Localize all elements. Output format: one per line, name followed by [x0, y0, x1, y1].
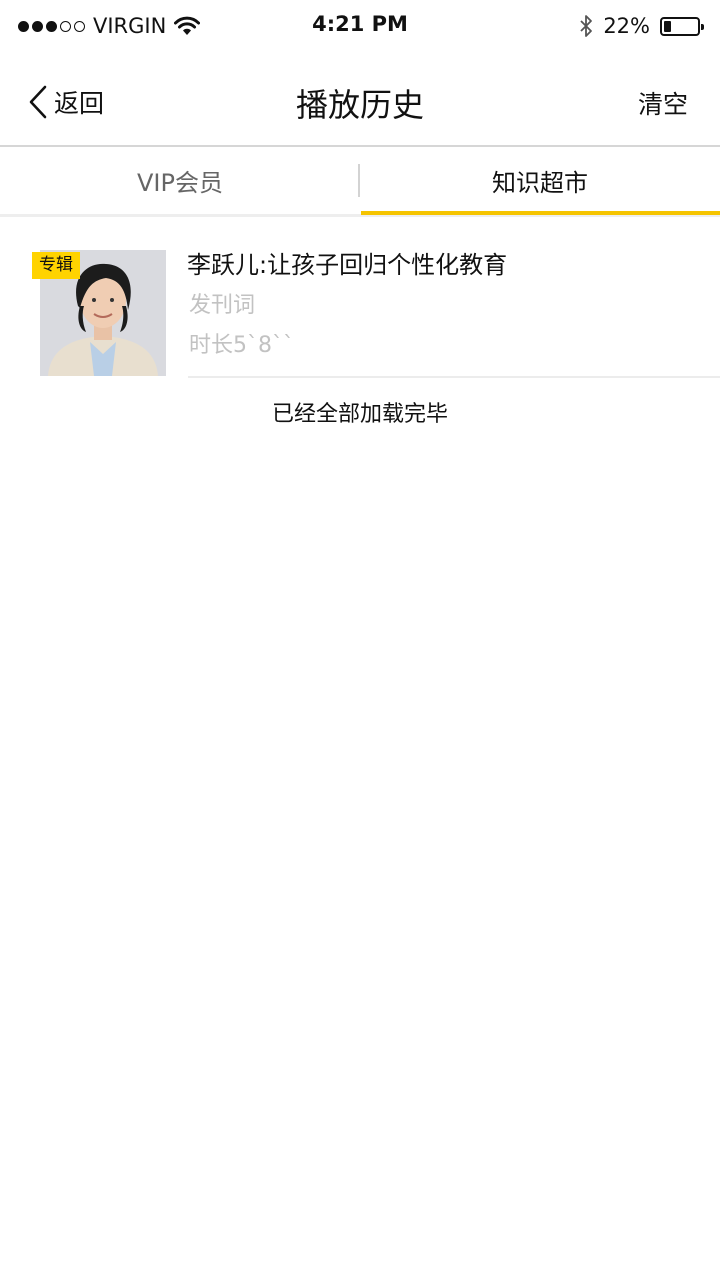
battery-level: [664, 20, 672, 32]
tab-knowledge-market[interactable]: 知识超市: [360, 147, 720, 214]
bluetooth-icon: [580, 15, 593, 37]
clear-button[interactable]: 清空: [638, 85, 688, 121]
status-bar-right: 22%: [579, 12, 704, 40]
page-title: 播放历史: [295, 86, 424, 124]
item-subtitle: 发刊词: [189, 293, 256, 318]
item-title: 李跃儿:让孩子回归个性化教育: [187, 251, 508, 279]
tab-vip-member[interactable]: VIP会员: [0, 147, 360, 214]
battery-icon: [660, 16, 704, 36]
item-divider: [188, 376, 720, 378]
album-badge: 专辑: [32, 252, 80, 279]
nav-bar: 返回 播放历史 清空: [0, 52, 720, 147]
load-complete-text: 已经全部加载完毕: [271, 402, 448, 427]
item-duration: 时长5`8``: [189, 333, 294, 358]
tab-bar: VIP会员 知识超市: [0, 147, 720, 217]
active-tab-indicator: [361, 211, 720, 215]
status-bar: VIRGIN 4:21 PM 22%: [0, 0, 720, 52]
battery-percent: 22%: [603, 14, 650, 38]
history-list-item[interactable]: 专辑 李跃儿:让孩子回归个性化教育 发刊词 时长5`8``: [0, 250, 720, 378]
